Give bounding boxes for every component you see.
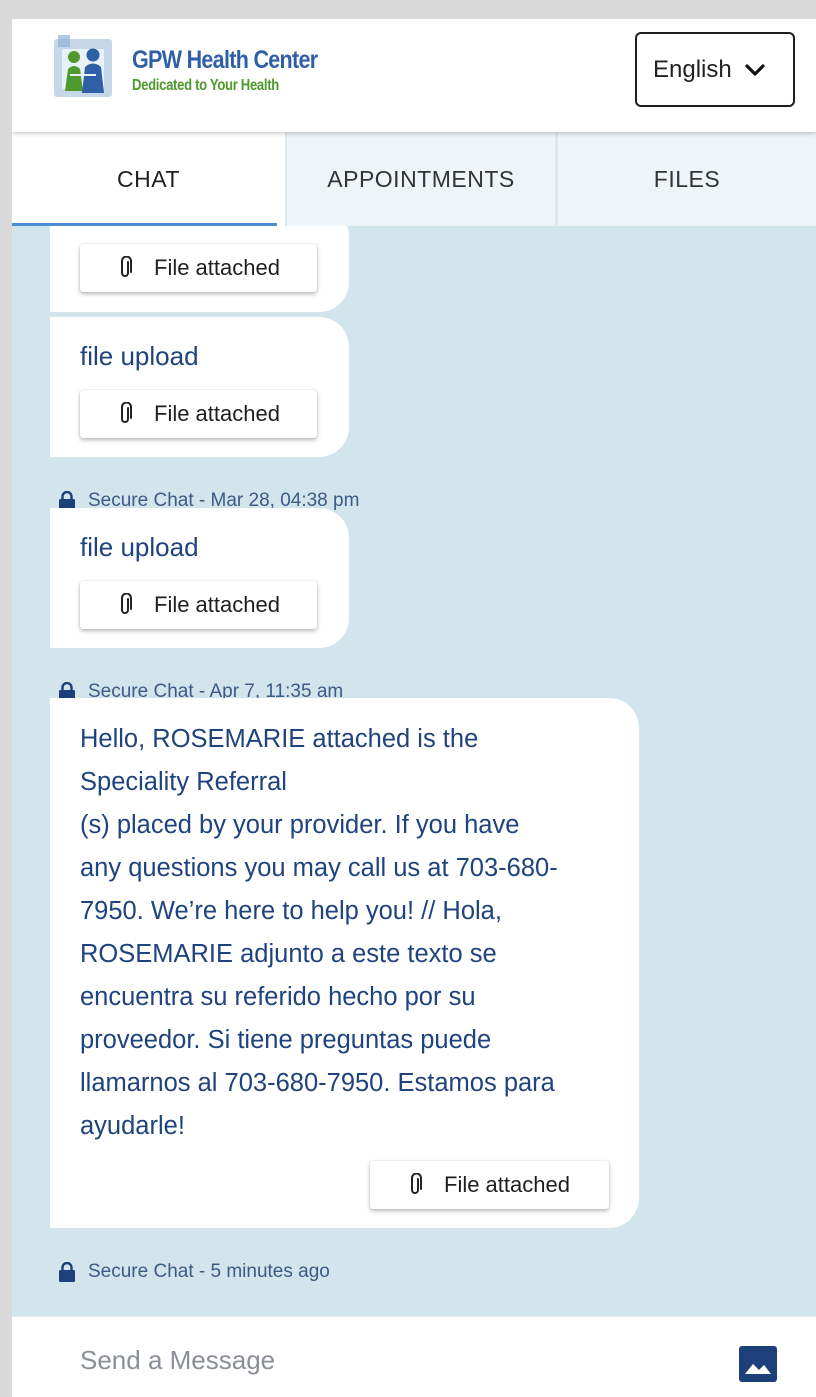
- message-line: proveedor. Si tiene preguntas puede: [80, 1026, 492, 1054]
- lock-icon: [59, 1262, 75, 1282]
- brand-name: GPW Health Center: [132, 46, 318, 74]
- message-input[interactable]: Send a Message: [80, 1345, 275, 1376]
- message-line: ROSEMARIE adjunto a este texto se: [80, 940, 497, 968]
- message-line: any questions you may call us at 703-680…: [80, 854, 558, 882]
- message-line: (s) placed by your provider. If you have: [80, 811, 520, 839]
- language-label: English: [653, 55, 732, 83]
- message-line: ayudarle!: [80, 1112, 185, 1140]
- file-attachment-label: File attached: [444, 1172, 570, 1197]
- tab-chat[interactable]: CHAT: [12, 132, 285, 226]
- paperclip-icon: [121, 256, 132, 277]
- file-attachment-button[interactable]: File attached: [370, 1161, 609, 1209]
- file-attachment-label: File attached: [154, 592, 280, 617]
- message-line: llamarnos al 703-680-7950. Estamos para: [80, 1069, 555, 1097]
- message-text: file upload: [80, 341, 199, 371]
- file-attachment-label: File attached: [154, 255, 280, 280]
- file-attachment-label: File attached: [154, 401, 280, 426]
- message-line: Hello, ROSEMARIE attached is the: [80, 725, 479, 753]
- message-text: Hello, ROSEMARIE attached is the Special…: [80, 718, 620, 1148]
- paperclip-icon: [121, 593, 132, 614]
- file-attachment-button[interactable]: File attached: [80, 581, 317, 629]
- tab-files[interactable]: FILES: [555, 132, 816, 226]
- message-line: 7950. We’re here to help you! // Hola,: [80, 897, 502, 925]
- paperclip-icon: [121, 402, 132, 423]
- image-icon[interactable]: [739, 1346, 777, 1382]
- message-bubble: file upload File attached: [50, 317, 349, 457]
- paperclip-icon: [411, 1173, 422, 1194]
- brand-logo[interactable]: GPW Health Center Dedicated to Your Heal…: [48, 31, 338, 101]
- tab-appointments[interactable]: APPOINTMENTS: [285, 132, 555, 226]
- message-line: Speciality Referral: [80, 768, 287, 796]
- message-meta-text: Secure Chat - 5 minutes ago: [88, 1261, 330, 1282]
- app-header: GPW Health Center Dedicated to Your Heal…: [12, 19, 816, 132]
- message-meta: Secure Chat - 5 minutes ago: [58, 1261, 330, 1283]
- logo-icon: [54, 35, 112, 97]
- message-text: file upload: [80, 532, 199, 562]
- language-select[interactable]: English: [635, 32, 795, 107]
- chat-thread[interactable]: File attached file upload File attached …: [12, 206, 816, 1316]
- app-frame: GPW Health Center Dedicated to Your Heal…: [12, 19, 816, 1397]
- file-attachment-button[interactable]: File attached: [80, 390, 317, 438]
- message-composer: Send a Message: [12, 1316, 816, 1397]
- brand-tagline: Dedicated to Your Health: [132, 77, 279, 94]
- tab-bar: CHAT APPOINTMENTS FILES: [12, 132, 816, 226]
- chevron-down-icon: [745, 63, 765, 76]
- message-bubble: Hello, ROSEMARIE attached is the Special…: [50, 698, 639, 1228]
- message-bubble: file upload File attached: [50, 508, 349, 648]
- message-line: encuentra su referido hecho por su: [80, 983, 476, 1011]
- file-attachment-button[interactable]: File attached: [80, 244, 317, 292]
